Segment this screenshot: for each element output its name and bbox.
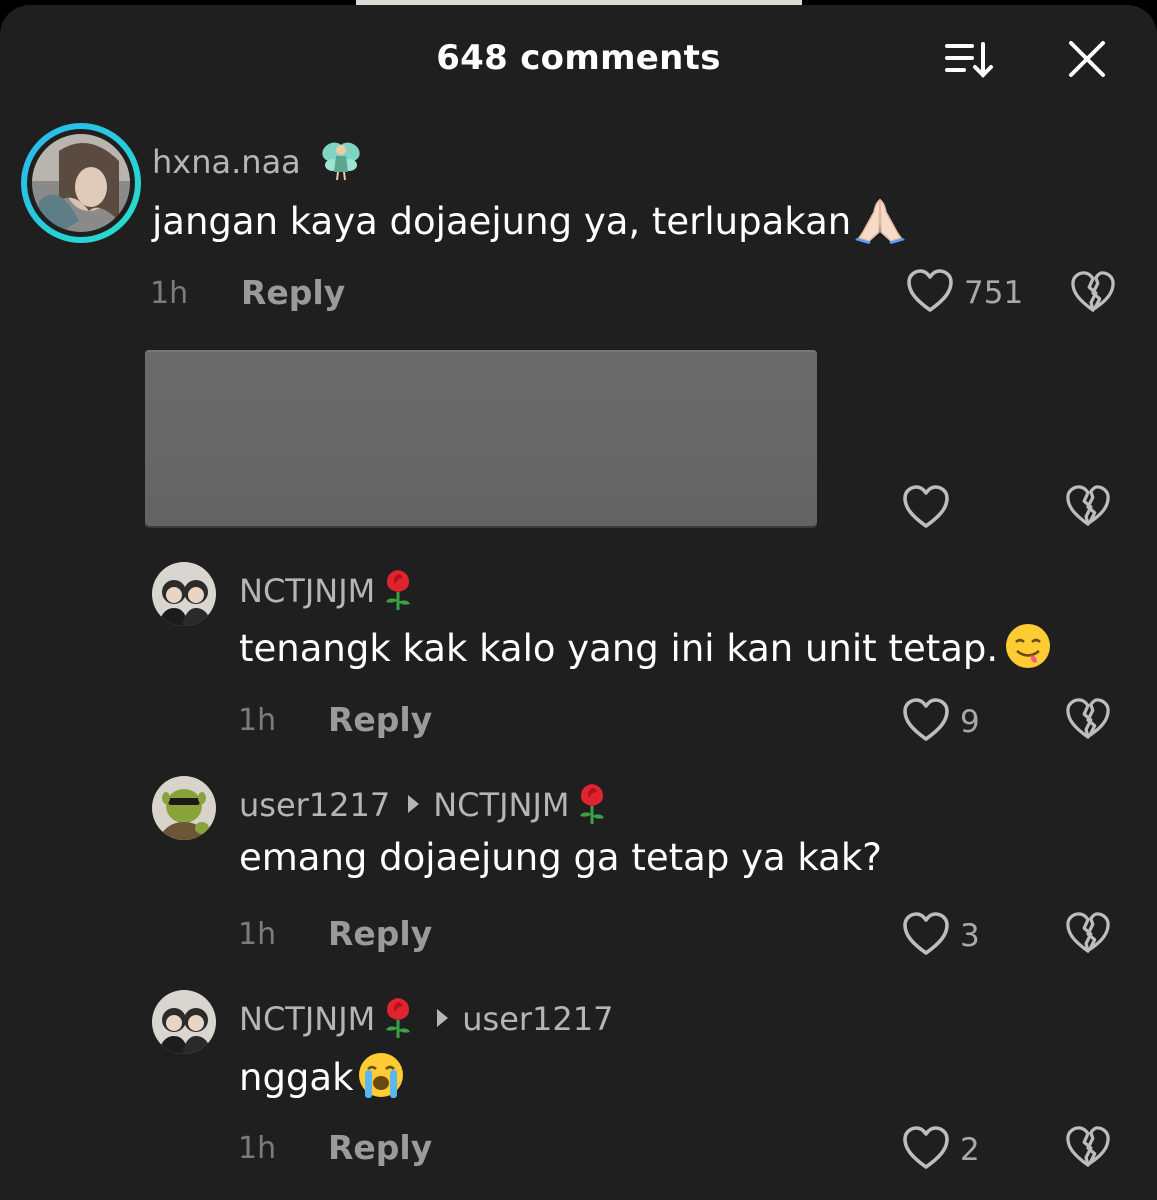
reply-button[interactable]: Reply	[328, 700, 432, 739]
rose-emoji	[377, 566, 419, 620]
like-button[interactable]: 3	[902, 911, 980, 961]
reply-to-username[interactable]: NCTJNJM	[433, 786, 569, 824]
avatar[interactable]	[152, 776, 216, 840]
comment-text: nggak	[239, 1050, 406, 1109]
rose-emoji	[571, 780, 613, 834]
close-icon[interactable]	[1066, 38, 1110, 82]
comment-text: tenangk kak kalo yang ini kan unit tetap…	[239, 622, 1052, 679]
fairy-emoji	[319, 138, 363, 190]
like-button[interactable]	[902, 484, 950, 534]
like-button[interactable]: 9	[902, 697, 980, 747]
heart-icon	[906, 268, 954, 318]
like-count: 3	[960, 918, 980, 954]
broken-heart-icon	[1070, 271, 1116, 318]
face-savoring-food-emoji	[1004, 622, 1052, 679]
dislike-button[interactable]	[1065, 697, 1111, 745]
avatar[interactable]	[152, 562, 216, 626]
comment-time: 1h	[238, 917, 277, 952]
redacted-content	[145, 350, 817, 526]
heart-icon	[902, 697, 950, 747]
like-count: 9	[960, 704, 980, 740]
broken-heart-icon	[1065, 485, 1111, 532]
avatar[interactable]	[152, 990, 216, 1054]
comment-time: 1h	[238, 1131, 277, 1166]
comment-username[interactable]: hxna.naa	[152, 138, 363, 190]
broken-heart-icon	[1065, 698, 1111, 745]
comment-time: 1h	[238, 703, 277, 738]
like-count: 751	[964, 275, 1024, 311]
dislike-button[interactable]	[1065, 484, 1111, 532]
dislike-button[interactable]	[1065, 911, 1111, 959]
comment-time: 1h	[150, 276, 189, 311]
like-button[interactable]: 751	[906, 268, 1023, 318]
comment-username[interactable]: NCTJNJM	[239, 566, 419, 620]
heart-icon	[902, 1125, 950, 1175]
reply-arrow-icon	[408, 795, 420, 813]
loudly-crying-face-emoji	[356, 1050, 406, 1109]
comment-username[interactable]: NCTJNJM user1217	[239, 994, 613, 1048]
broken-heart-icon	[1065, 1126, 1111, 1173]
folded-hands-emoji	[853, 194, 907, 253]
reply-button[interactable]: Reply	[328, 1128, 432, 1167]
like-button[interactable]: 2	[902, 1125, 980, 1175]
dislike-button[interactable]	[1070, 270, 1116, 318]
comment-text: emang dojaejung ga tetap ya kak?	[239, 836, 882, 879]
broken-heart-icon	[1065, 912, 1111, 959]
comment-username[interactable]: user1217 NCTJNJM	[239, 780, 613, 834]
reply-button[interactable]: Reply	[328, 914, 432, 953]
avatar[interactable]	[19, 121, 143, 245]
heart-icon	[902, 484, 950, 534]
reply-button[interactable]: Reply	[241, 273, 345, 312]
heart-icon	[902, 911, 950, 961]
dislike-button[interactable]	[1065, 1125, 1111, 1173]
comment-text: jangan kaya dojaejung ya, terlupakan	[152, 194, 907, 253]
sort-icon[interactable]	[944, 38, 996, 82]
like-count: 2	[960, 1132, 980, 1168]
reply-to-username[interactable]: user1217	[462, 1000, 613, 1038]
rose-emoji	[377, 994, 419, 1048]
reply-arrow-icon	[437, 1009, 449, 1027]
